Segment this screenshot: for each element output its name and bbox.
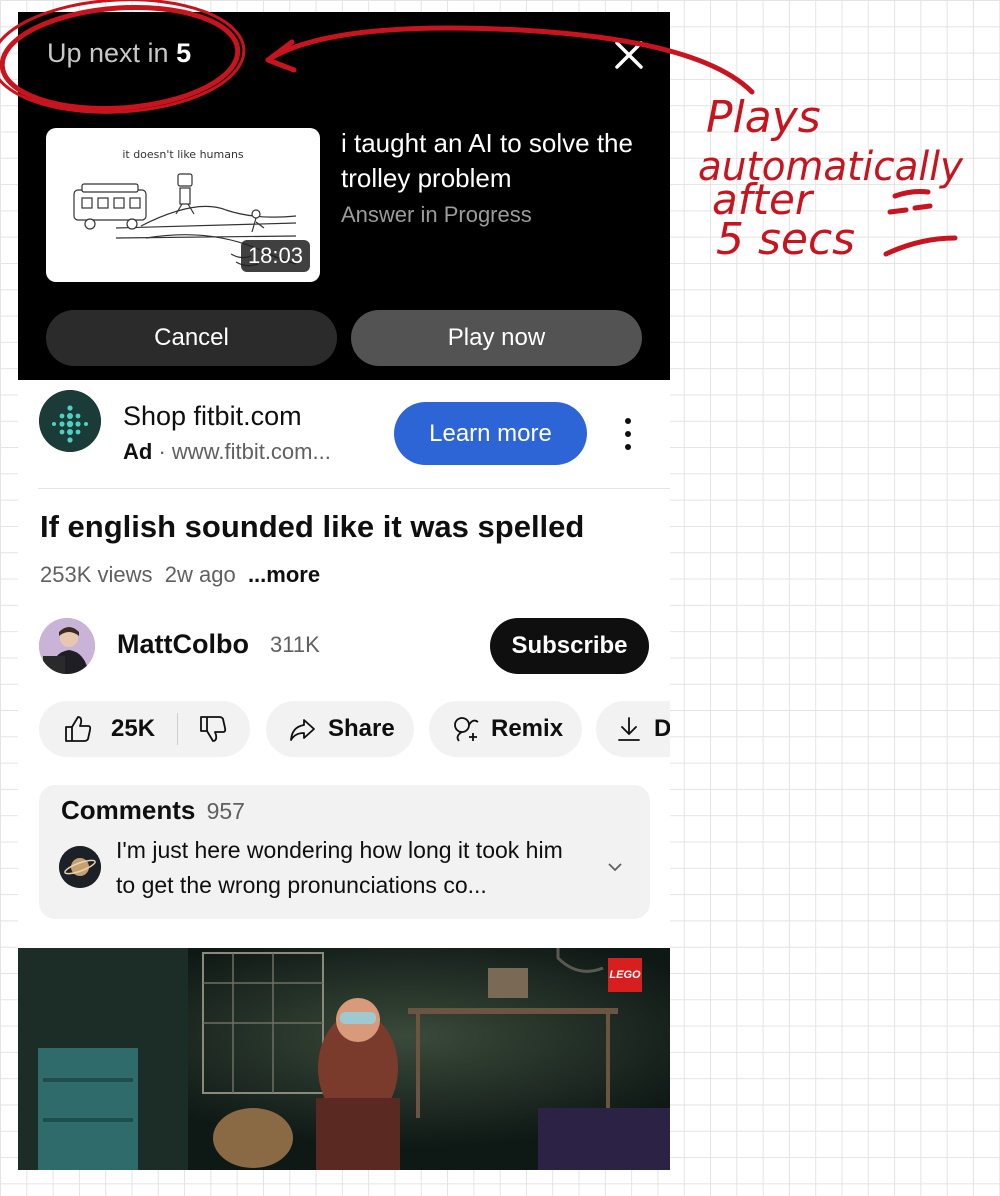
duration-badge: 18:03 (240, 240, 310, 272)
close-icon[interactable] (612, 38, 646, 72)
ad-url: www.fitbit.com... (171, 439, 331, 464)
subscribe-button[interactable]: Subscribe (490, 618, 649, 674)
channel-name[interactable]: MattColbo (117, 629, 249, 660)
next-video-channel: Answer in Progress (341, 202, 532, 227)
more-options-icon[interactable] (616, 414, 640, 454)
frown-brow (892, 189, 931, 199)
download-icon (618, 717, 640, 741)
remix-icon (454, 717, 479, 742)
chevron-down-icon[interactable] (606, 861, 624, 873)
download-label: D (654, 715, 670, 742)
remix-button[interactable]: Remix (429, 701, 582, 757)
like-dislike-chip: 25K (39, 701, 250, 757)
up-next-prefix: Up next in (47, 38, 169, 68)
annotation-line-4: 5 secs (716, 214, 855, 265)
video-title: If english sounded like it was spelled (40, 509, 585, 544)
dislike-icon[interactable] (198, 714, 228, 744)
share-label: Share (328, 715, 395, 742)
video-meta: 253K views 2w ago ...more (40, 562, 320, 588)
ad-badge: Ad (123, 439, 153, 464)
more-link[interactable]: ...more (248, 562, 320, 587)
frown-eyes (887, 203, 933, 215)
comments-label: Comments (61, 795, 196, 825)
mobile-watch-page: Up next in 5 it doesn't like humans 18:0… (18, 12, 670, 1170)
view-count: 253K views (40, 562, 153, 587)
up-next-overlay: Up next in 5 it doesn't like humans 18:0… (18, 12, 670, 380)
comments-count: 957 (206, 798, 245, 824)
next-video-title[interactable]: i taught an AI to solve the trolley prob… (341, 126, 651, 196)
lego-logo: LEGO (608, 958, 642, 992)
lego-ad-scene-image (18, 948, 670, 1170)
up-next-countdown: Up next in 5 (47, 38, 191, 69)
annotation-line-2: automatically (698, 144, 964, 190)
annotation-line-3: after (712, 175, 815, 224)
subscriber-count: 311K (270, 632, 320, 657)
ad-title[interactable]: Shop fitbit.com (123, 401, 302, 432)
share-icon (290, 719, 315, 741)
next-video-thumbnail[interactable]: it doesn't like humans 18:03 (46, 128, 320, 282)
annotation-line-1: Plays (706, 92, 821, 143)
learn-more-button[interactable]: Learn more (394, 402, 587, 465)
cancel-button[interactable]: Cancel (46, 310, 337, 366)
top-comment-text: I'm just here wondering how long it took… (116, 837, 563, 898)
channel-avatar-image (39, 618, 95, 674)
upload-age: 2w ago (164, 562, 236, 587)
countdown-number: 5 (176, 38, 192, 68)
commenter-avatar (59, 846, 101, 888)
chip-divider (177, 713, 179, 745)
divider (38, 488, 670, 489)
comments-header: Comments 957 (61, 795, 245, 826)
planet-avatar-image (59, 846, 101, 888)
next-video-preview[interactable]: LEGO (18, 948, 670, 1170)
frown-mouth (883, 235, 958, 257)
remix-label: Remix (491, 715, 564, 742)
comments-section[interactable]: Comments 957 I'm just here wondering how… (39, 785, 650, 919)
channel-avatar[interactable] (39, 618, 95, 674)
ad-separator: · (158, 439, 166, 464)
download-button[interactable]: D (596, 701, 670, 757)
play-now-button[interactable]: Play now (351, 310, 642, 366)
share-button[interactable]: Share (266, 701, 414, 757)
ad-subtitle: Ad · www.fitbit.com... (123, 439, 331, 465)
like-icon[interactable] (63, 714, 93, 744)
fitbit-logo-icon[interactable] (39, 390, 101, 452)
like-count[interactable]: 25K (111, 715, 155, 743)
